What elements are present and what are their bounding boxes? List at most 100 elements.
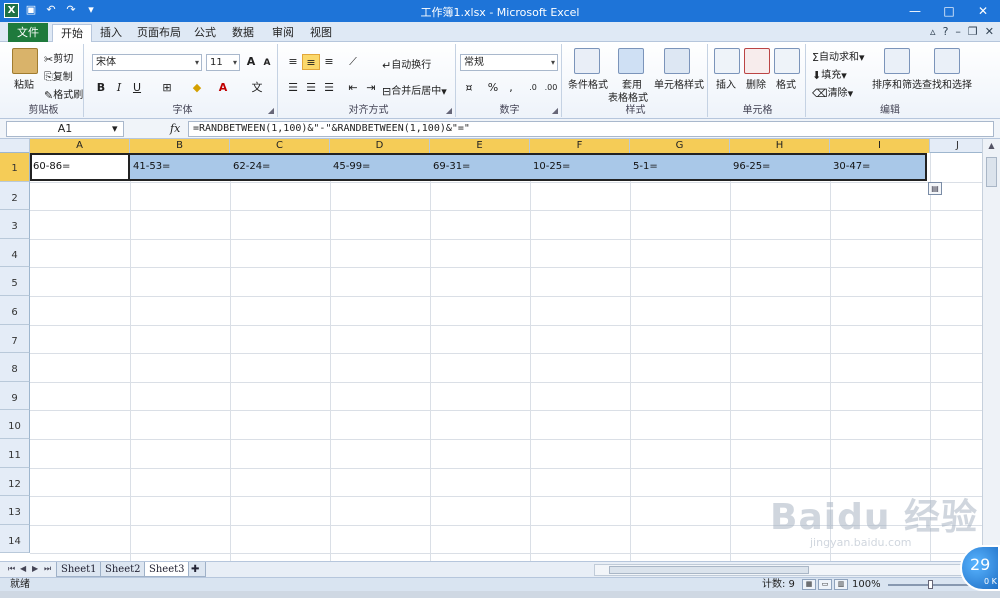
select-all-corner[interactable] <box>0 139 30 153</box>
minimize-ribbon-icon[interactable]: ▵ <box>930 25 936 38</box>
row-header-1[interactable]: 1 <box>0 153 30 182</box>
find-select-button[interactable]: 查找和选择 <box>922 76 972 91</box>
border-icon[interactable]: ⊞ <box>158 80 176 96</box>
paste-button[interactable]: 粘贴 <box>14 76 34 91</box>
underline-icon[interactable]: U <box>128 80 146 96</box>
sort-filter-icon[interactable] <box>884 48 910 74</box>
percent-icon[interactable]: % <box>484 80 502 96</box>
phonetic-icon[interactable]: 文 <box>248 80 266 96</box>
orientation-icon[interactable]: ⟋ <box>344 54 362 70</box>
cell-h1[interactable]: 96-25= <box>731 153 831 182</box>
cell-f1[interactable]: 10-25= <box>531 153 631 182</box>
row-header-5[interactable]: 5 <box>0 267 30 296</box>
tab-insert[interactable]: 插入 <box>96 24 126 42</box>
tab-review[interactable]: 审阅 <box>268 24 298 42</box>
tab-view[interactable]: 视图 <box>306 24 336 42</box>
row-header-12[interactable]: 12 <box>0 467 30 497</box>
font-name-select[interactable]: 宋体 ▾ <box>92 54 202 71</box>
first-sheet-icon[interactable]: ⏮ <box>8 564 15 574</box>
column-header-d[interactable]: D <box>330 139 430 153</box>
decrease-decimal-icon[interactable]: .00 <box>542 80 560 96</box>
column-header-g[interactable]: G <box>630 139 730 153</box>
autosum-button[interactable]: Σ自动求和▾ <box>812 48 864 64</box>
vertical-scrollbar[interactable]: ▲ <box>982 139 1000 561</box>
workbook-minimize-icon[interactable]: – <box>955 25 961 38</box>
cell-g1[interactable]: 5-1= <box>631 153 731 182</box>
zoom-slider[interactable] <box>888 584 978 586</box>
sheet-tab-sheet1[interactable]: Sheet1 <box>56 562 102 577</box>
formula-input[interactable]: =RANDBETWEEN(1,100)&"-"&RANDBETWEEN(1,10… <box>188 121 994 137</box>
workbook-close-icon[interactable]: ✕ <box>985 25 994 38</box>
binoculars-icon[interactable] <box>934 48 960 74</box>
delete-cells-icon[interactable] <box>744 48 770 74</box>
name-box[interactable]: A1 <box>6 121 124 137</box>
column-header-e[interactable]: E <box>430 139 530 153</box>
sort-filter-button[interactable]: 排序和筛选 <box>872 76 922 91</box>
page-break-view-icon[interactable]: ▥ <box>834 579 848 590</box>
format-as-table-icon[interactable] <box>618 48 644 74</box>
tab-formulas[interactable]: 公式 <box>190 24 220 42</box>
format-cells-button[interactable]: 格式 <box>776 76 796 91</box>
sheet-tab-sheet2[interactable]: Sheet2 <box>100 562 146 577</box>
conditional-format-icon[interactable] <box>574 48 600 74</box>
row-header-11[interactable]: 11 <box>0 439 30 468</box>
cell-styles-icon[interactable] <box>664 48 690 74</box>
scroll-thumb[interactable] <box>986 157 997 187</box>
row-header-8[interactable]: 8 <box>0 353 30 382</box>
tab-page-layout[interactable]: 页面布局 <box>134 24 184 42</box>
format-painter-button[interactable]: ✎格式刷 <box>44 86 83 102</box>
currency-icon[interactable]: ¤ <box>460 80 478 96</box>
decrease-indent-icon[interactable]: ⇤ <box>344 80 362 96</box>
cut-button[interactable]: ✂剪切 <box>44 50 73 66</box>
paste-options-icon[interactable]: ▤ <box>928 182 942 195</box>
align-left-icon[interactable]: ☰ <box>284 80 302 96</box>
column-header-j[interactable]: J <box>930 139 982 153</box>
conditional-format-button[interactable]: 条件格式 <box>568 76 608 91</box>
align-center-icon[interactable]: ☰ <box>302 80 320 96</box>
network-meter-widget[interactable]: 29 0 K <box>960 545 1000 591</box>
insert-function-icon[interactable]: fx <box>170 121 180 137</box>
cell-styles-button[interactable]: 单元格样式 <box>654 76 704 91</box>
chevron-down-icon[interactable]: ▾ <box>112 121 118 137</box>
tab-data[interactable]: 数据 <box>228 24 258 42</box>
cell-c1[interactable]: 62-24= <box>231 153 331 182</box>
shrink-font-icon[interactable]: A <box>258 55 276 71</box>
row-header-7[interactable]: 7 <box>0 324 30 354</box>
row-header-13[interactable]: 13 <box>0 496 30 525</box>
page-layout-view-icon[interactable]: ▭ <box>818 579 832 590</box>
cell-b1[interactable]: 41-53= <box>131 153 231 182</box>
zoom-level[interactable]: 100% <box>852 578 881 591</box>
row-header-4[interactable]: 4 <box>0 238 30 268</box>
dialog-launcher-icon[interactable]: ◢ <box>552 106 558 115</box>
row-header-6[interactable]: 6 <box>0 296 30 325</box>
column-header-c[interactable]: C <box>230 139 330 153</box>
align-bottom-icon[interactable]: ≡ <box>320 54 338 70</box>
wrap-text-button[interactable]: ↵自动换行 <box>382 56 431 72</box>
comma-icon[interactable]: , <box>502 80 520 96</box>
align-right-icon[interactable]: ☰ <box>320 80 338 96</box>
row-header-2[interactable]: 2 <box>0 181 30 211</box>
sheet-tab-sheet3[interactable]: Sheet3 <box>144 562 190 577</box>
tab-home[interactable]: 开始 <box>52 24 92 42</box>
column-header-h[interactable]: H <box>730 139 830 153</box>
dialog-launcher-icon[interactable]: ◢ <box>268 106 274 115</box>
font-color-icon[interactable]: A <box>214 80 232 96</box>
dialog-launcher-icon[interactable]: ◢ <box>446 106 452 115</box>
close-button[interactable]: ✕ <box>966 0 1000 22</box>
column-header-b[interactable]: B <box>130 139 230 153</box>
cell-a1[interactable]: 60-86= <box>31 153 131 182</box>
copy-button[interactable]: ⎘复制 <box>44 68 73 84</box>
workbook-restore-icon[interactable]: ❐ <box>968 25 978 38</box>
merge-center-button[interactable]: ⊟合并后居中▾ <box>382 82 447 98</box>
scroll-thumb[interactable] <box>609 566 809 574</box>
paste-icon[interactable] <box>12 48 38 74</box>
format-cells-icon[interactable] <box>774 48 800 74</box>
help-icon[interactable]: ? <box>943 25 949 38</box>
row-header-3[interactable]: 3 <box>0 210 30 239</box>
increase-decimal-icon[interactable]: .0 <box>524 80 542 96</box>
cell-d1[interactable]: 45-99= <box>331 153 431 182</box>
column-header-f[interactable]: F <box>530 139 630 153</box>
fill-color-icon[interactable]: ◆ <box>188 80 206 96</box>
cell-i1[interactable]: 30-47= <box>831 153 931 182</box>
cell-e1[interactable]: 69-31= <box>431 153 531 182</box>
